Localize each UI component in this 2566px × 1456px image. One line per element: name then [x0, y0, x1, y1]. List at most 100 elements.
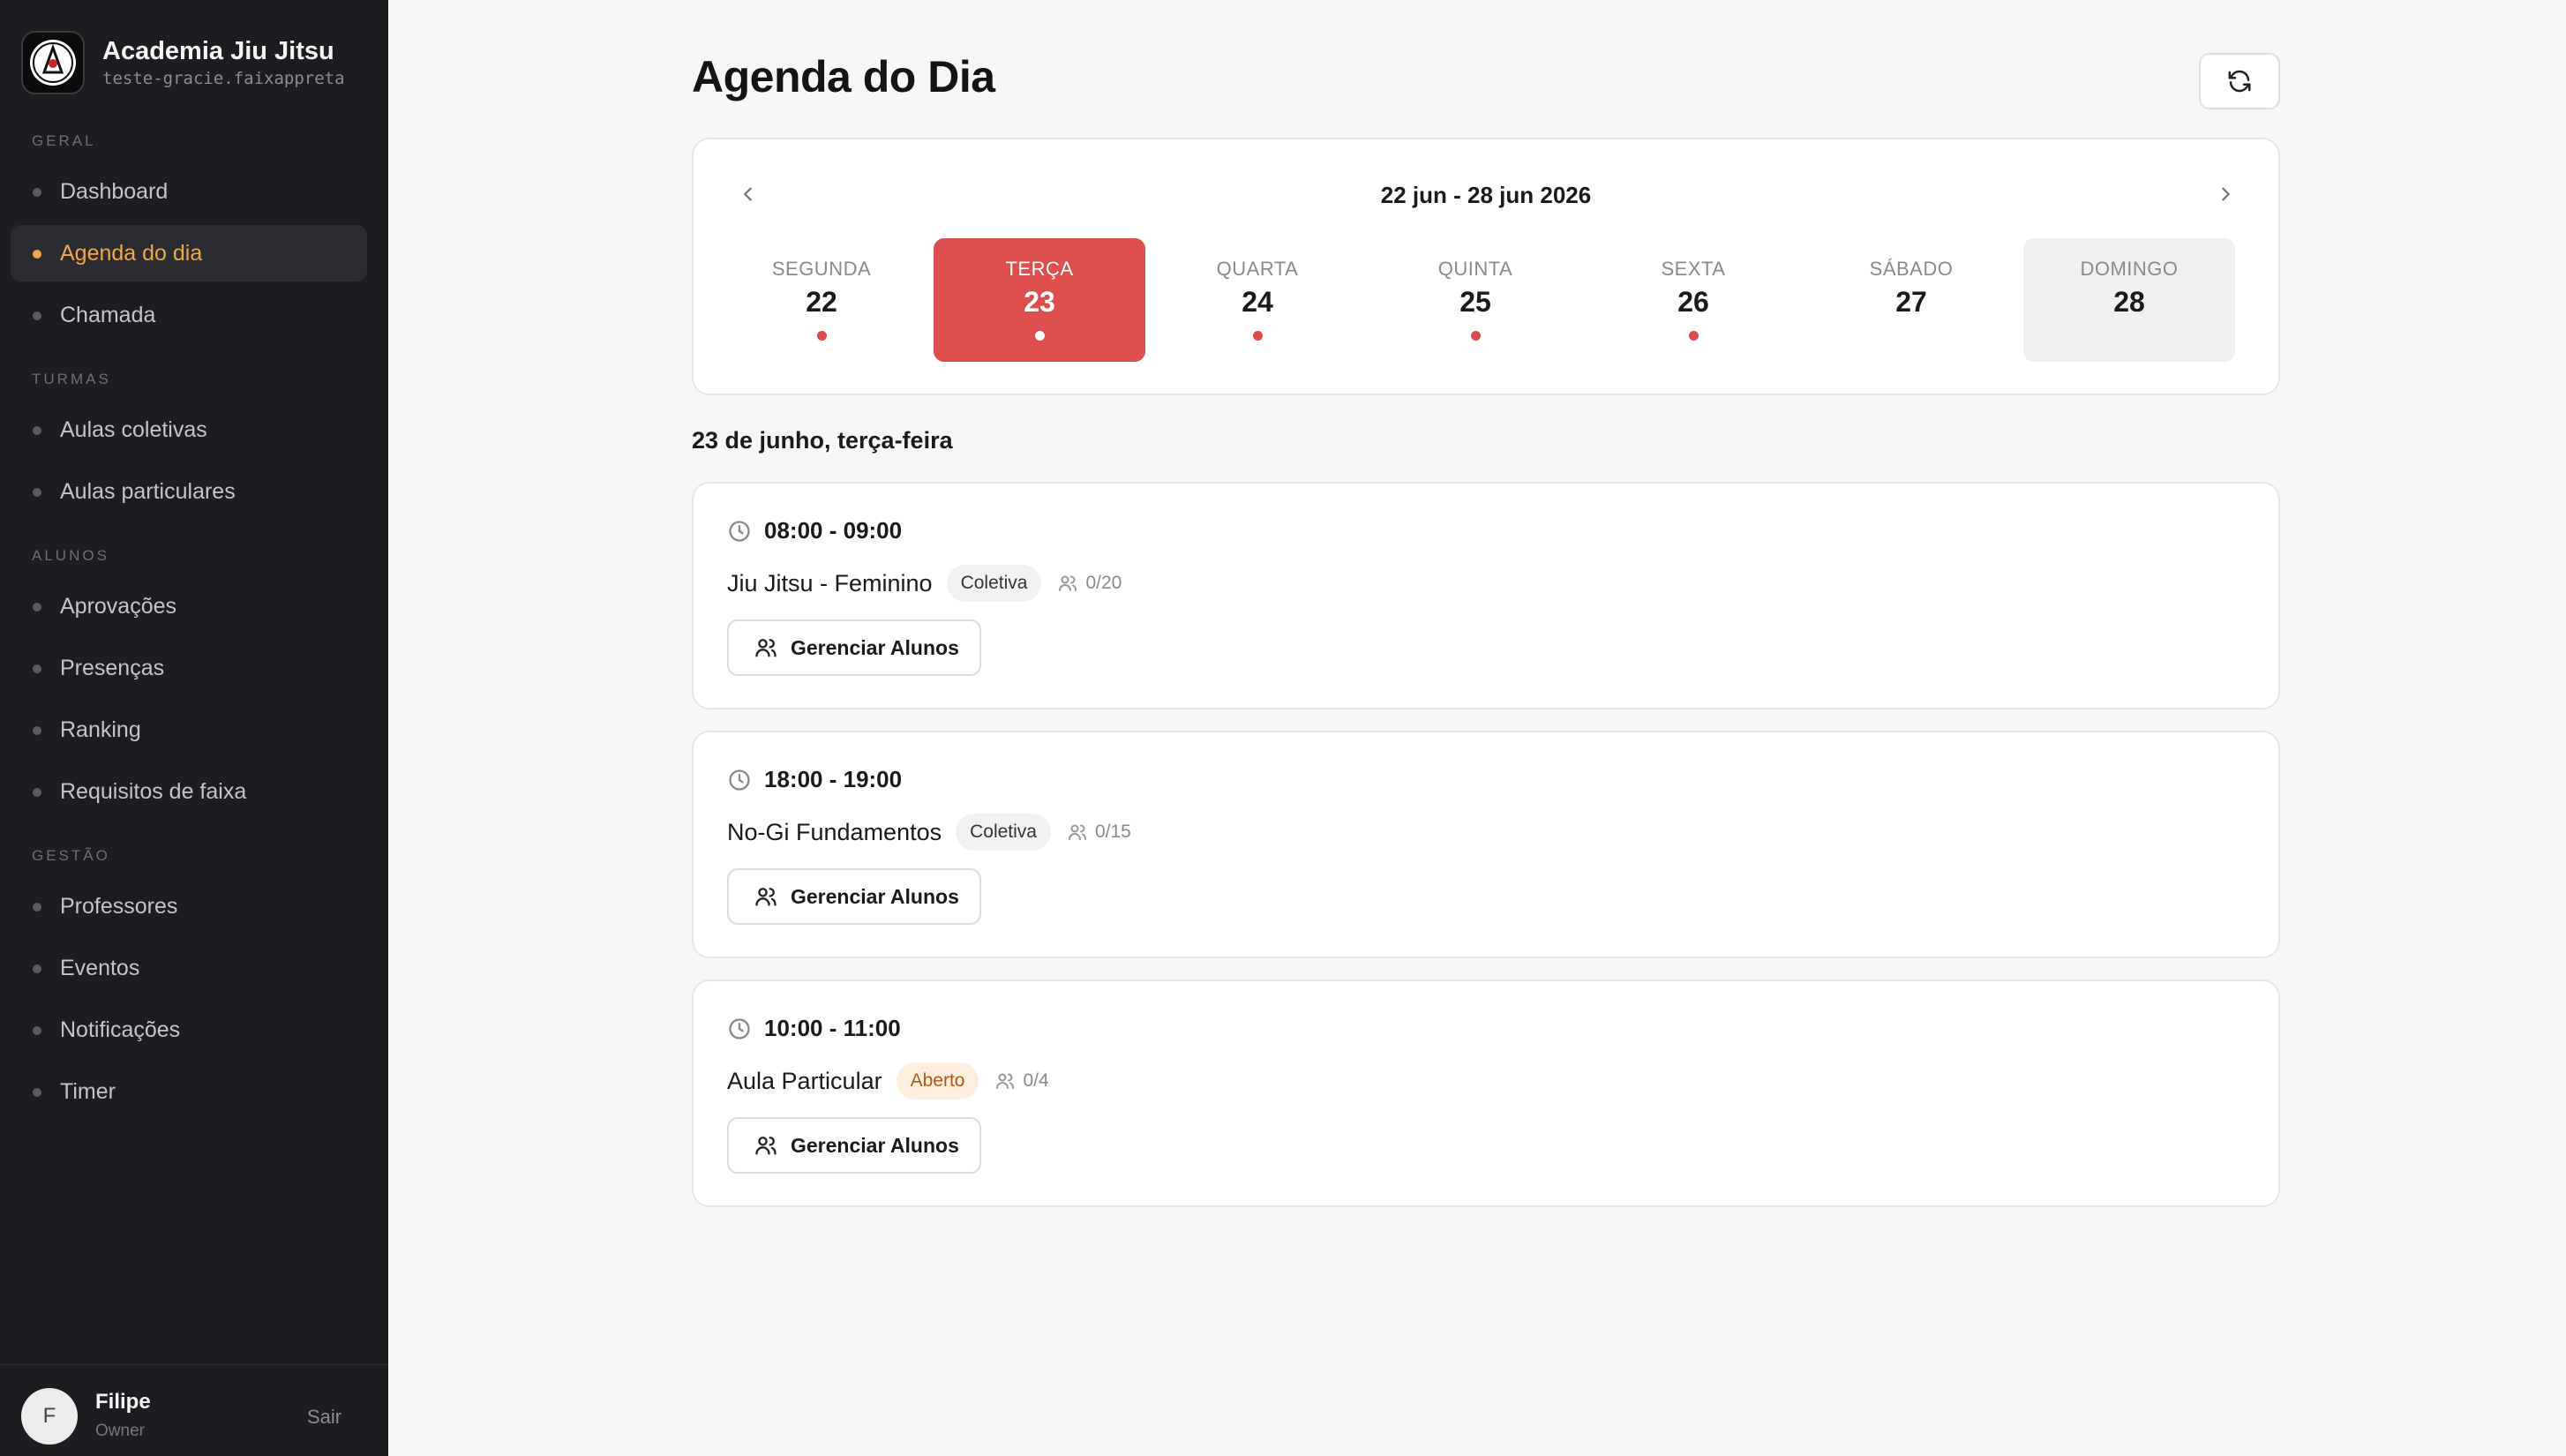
section-label-geral: GERAL — [32, 132, 96, 149]
sidebar-item-label: Notificações — [60, 1017, 181, 1042]
refresh-button[interactable] — [2199, 53, 2280, 109]
sidebar-item-label: Aulas coletivas — [60, 417, 207, 442]
sidebar-item-label: Aprovações — [60, 593, 177, 619]
sidebar-item-presencas[interactable]: Presenças — [11, 640, 367, 696]
users-icon — [1059, 575, 1077, 591]
sidebar-item-label: Timer — [60, 1078, 116, 1104]
user-role: Owner — [95, 1422, 145, 1440]
bullet-icon — [33, 664, 41, 673]
day-monday[interactable]: SEGUNDA 22 — [716, 238, 927, 362]
brand[interactable]: Academia Jiu Jitsu teste-gracie.faixappr… — [21, 31, 345, 94]
capacity-count: 0/15 — [1094, 822, 1131, 842]
day-number: 23 — [1024, 286, 1055, 318]
users-icon — [996, 1073, 1015, 1089]
manage-students-label: Gerenciar Alunos — [791, 635, 959, 659]
sidebar-item-aulas-particulares[interactable]: Aulas particulares — [11, 463, 367, 520]
class-time: 10:00 - 11:00 — [764, 1015, 901, 1041]
class-name: Aula Particular — [727, 1067, 882, 1094]
clock-icon — [729, 1017, 750, 1039]
day-friday[interactable]: SEXTA 26 — [1587, 238, 1799, 362]
academy-domain: teste-gracie.faixappreta — [102, 69, 345, 88]
sidebar-item-professores[interactable]: Professores — [11, 878, 367, 934]
week-calendar: 22 jun - 28 jun 2026 SEGUNDA 22 TERÇA 23… — [692, 138, 2280, 395]
sidebar-item-ranking[interactable]: Ranking — [11, 702, 367, 758]
bullet-icon — [33, 188, 41, 197]
day-sunday[interactable]: DOMINGO 28 — [2023, 238, 2235, 362]
capacity-count: 0/4 — [1023, 1070, 1049, 1091]
sidebar-item-dashboard[interactable]: Dashboard — [11, 163, 367, 220]
clock-icon — [729, 769, 750, 791]
class-card: 08:00 - 09:00 Jiu Jitsu - Feminino Colet… — [692, 482, 2280, 709]
chevron-right-icon — [2222, 187, 2231, 201]
class-name: No-Gi Fundamentos — [727, 818, 942, 845]
selected-date-heading: 23 de junho, terça-feira — [692, 427, 953, 454]
bullet-icon — [33, 426, 41, 435]
bullet-icon — [33, 726, 41, 735]
manage-students-label: Gerenciar Alunos — [791, 1133, 959, 1157]
users-icon — [755, 639, 777, 657]
manage-students-button[interactable]: Gerenciar Alunos — [727, 1117, 981, 1174]
bullet-icon — [33, 488, 41, 497]
logout-button[interactable]: Sair — [307, 1406, 341, 1429]
class-status-badge: Aberto — [896, 1062, 979, 1100]
avatar[interactable]: F — [21, 1388, 78, 1445]
next-week-button[interactable] — [2208, 176, 2243, 212]
has-classes-indicator — [1252, 331, 1263, 341]
day-thursday[interactable]: QUINTA 25 — [1369, 238, 1581, 362]
sidebar-item-label: Professores — [60, 893, 178, 919]
has-classes-indicator — [1034, 331, 1045, 341]
day-name: QUINTA — [1437, 258, 1513, 280]
sidebar-item-label: Agenda do dia — [60, 240, 203, 266]
has-classes-indicator — [1470, 331, 1481, 341]
class-card: 10:00 - 11:00 Aula Particular Aberto 0/4… — [692, 979, 2280, 1207]
class-card: 18:00 - 19:00 No-Gi Fundamentos Coletiva… — [692, 731, 2280, 958]
bullet-icon — [33, 788, 41, 797]
sidebar-item-label: Requisitos de faixa — [60, 778, 247, 804]
day-name: SEGUNDA — [771, 258, 872, 280]
section-label-alunos: ALUNOS — [32, 547, 109, 564]
day-name: QUARTA — [1216, 258, 1299, 280]
refresh-icon — [2228, 70, 2251, 93]
class-capacity: 0/4 — [994, 1070, 1049, 1092]
class-time: 18:00 - 19:00 — [764, 766, 903, 792]
users-icon — [755, 888, 777, 906]
sidebar-item-chamada[interactable]: Chamada — [11, 287, 367, 343]
class-capacity: 0/15 — [1067, 822, 1131, 843]
bullet-icon — [33, 250, 41, 259]
user-panel: F Filipe Owner Sair — [0, 1364, 388, 1456]
sidebar-item-notificacoes[interactable]: Notificações — [11, 1002, 367, 1058]
sidebar-item-requisitos-de-faixa[interactable]: Requisitos de faixa — [11, 763, 367, 820]
class-capacity: 0/20 — [1057, 573, 1122, 594]
sidebar-item-label: Eventos — [60, 955, 140, 980]
sidebar: Academia Jiu Jitsu teste-gracie.faixappr… — [0, 0, 388, 1456]
users-icon — [755, 1137, 777, 1155]
day-number: 26 — [1677, 286, 1709, 318]
capacity-count: 0/20 — [1085, 573, 1122, 593]
day-saturday[interactable]: SÁBADO 27 — [1805, 238, 2017, 362]
sidebar-item-label: Chamada — [60, 302, 156, 327]
day-number: 27 — [1895, 286, 1927, 318]
section-label-turmas: TURMAS — [32, 371, 111, 387]
day-number: 28 — [2113, 286, 2145, 318]
day-tuesday[interactable]: TERÇA 23 — [934, 238, 1145, 362]
day-number: 24 — [1242, 286, 1273, 318]
page-title: Agenda do Dia — [692, 52, 995, 101]
week-range: 22 jun - 28 jun 2026 — [1380, 182, 1592, 208]
sidebar-item-aulas-coletivas[interactable]: Aulas coletivas — [11, 402, 367, 458]
sidebar-item-timer[interactable]: Timer — [11, 1063, 367, 1120]
class-name: Jiu Jitsu - Feminino — [727, 569, 933, 597]
class-type-badge: Coletiva — [956, 814, 1051, 851]
bullet-icon — [33, 1088, 41, 1097]
sidebar-item-label: Aulas particulares — [60, 478, 236, 504]
sidebar-item-aprovacoes[interactable]: Aprovações — [11, 578, 367, 634]
section-label-gestao: GESTÃO — [32, 847, 110, 864]
class-time: 08:00 - 09:00 — [764, 517, 903, 544]
day-name: SÁBADO — [1869, 258, 1954, 280]
user-name: Filipe — [95, 1390, 151, 1414]
day-wednesday[interactable]: QUARTA 24 — [1152, 238, 1363, 362]
manage-students-button[interactable]: Gerenciar Alunos — [727, 868, 981, 925]
sidebar-item-agenda-do-dia[interactable]: Agenda do dia — [11, 225, 367, 281]
has-classes-indicator — [1688, 331, 1699, 341]
sidebar-item-eventos[interactable]: Eventos — [11, 940, 367, 996]
manage-students-button[interactable]: Gerenciar Alunos — [727, 619, 981, 676]
